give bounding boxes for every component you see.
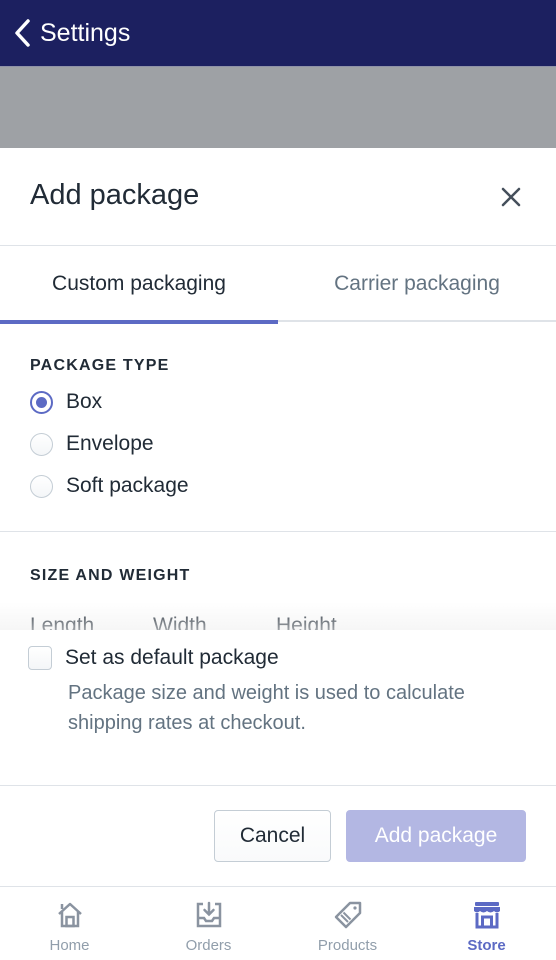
default-package-label: Set as default package [65,646,279,669]
sheet-title: Add package [30,179,200,211]
sheet-header: Add package [0,148,556,246]
back-button[interactable]: Settings [12,18,130,48]
tag-icon [334,901,361,929]
default-package-help-text: Package size and weight is used to calcu… [68,682,465,734]
radio-option-box[interactable]: Box [30,390,102,414]
tab-carrier-packaging[interactable]: Carrier packaging [278,246,556,322]
add-package-sheet: Add package Custom packaging Carrier pac… [0,148,556,886]
tabbar-label: Orders [185,937,232,954]
radio-button[interactable] [30,390,53,414]
size-weight-heading: SIZE AND WEIGHT [30,567,191,584]
default-package-checkbox-row[interactable]: Set as default package [28,646,279,670]
radio-button[interactable] [30,474,53,498]
tabbar-label: Home [49,937,90,954]
package-type-section: PACKAGE TYPE Box Envelope Soft package [0,322,556,532]
tabbar-item-store[interactable]: Store [417,887,556,960]
top-nav-bar: Settings [0,0,556,66]
packaging-tabs: Custom packaging Carrier packaging [0,246,556,324]
radio-label: Envelope [66,432,154,455]
chevron-left-icon [15,19,30,47]
package-type-heading: PACKAGE TYPE [30,357,170,374]
cancel-button[interactable]: Cancel [214,810,331,862]
size-weight-section: SIZE AND WEIGHT Length Width Height [0,532,556,630]
divider [0,785,556,786]
radio-label: Soft package [66,474,189,497]
radio-option-envelope[interactable]: Envelope [30,432,154,456]
tabbar-label: Products [317,937,378,954]
modal-backdrop[interactable] [0,66,556,148]
tabbar-item-orders[interactable]: Orders [139,887,278,960]
home-icon [57,902,82,928]
tab-custom-packaging[interactable]: Custom packaging [0,246,278,324]
orders-icon [196,901,221,928]
scroll-fade [0,602,556,630]
radio-label: Box [66,390,103,413]
store-icon [473,902,500,929]
add-package-button[interactable]: Add package [346,810,526,862]
bottom-tab-bar: Home Orders Products Store [0,886,556,960]
tabbar-item-home[interactable]: Home [0,887,139,960]
back-label: Settings [40,18,131,47]
radio-button[interactable] [30,432,53,456]
sheet-footer: Set as default package Package size and … [0,630,556,886]
radio-option-soft-package[interactable]: Soft package [30,474,189,498]
close-icon [501,187,521,207]
radio-selected-dot [36,396,47,408]
close-button[interactable] [496,182,526,212]
tabbar-item-products[interactable]: Products [278,887,417,960]
tabbar-label: Store [467,937,506,954]
default-package-checkbox[interactable] [28,646,52,670]
